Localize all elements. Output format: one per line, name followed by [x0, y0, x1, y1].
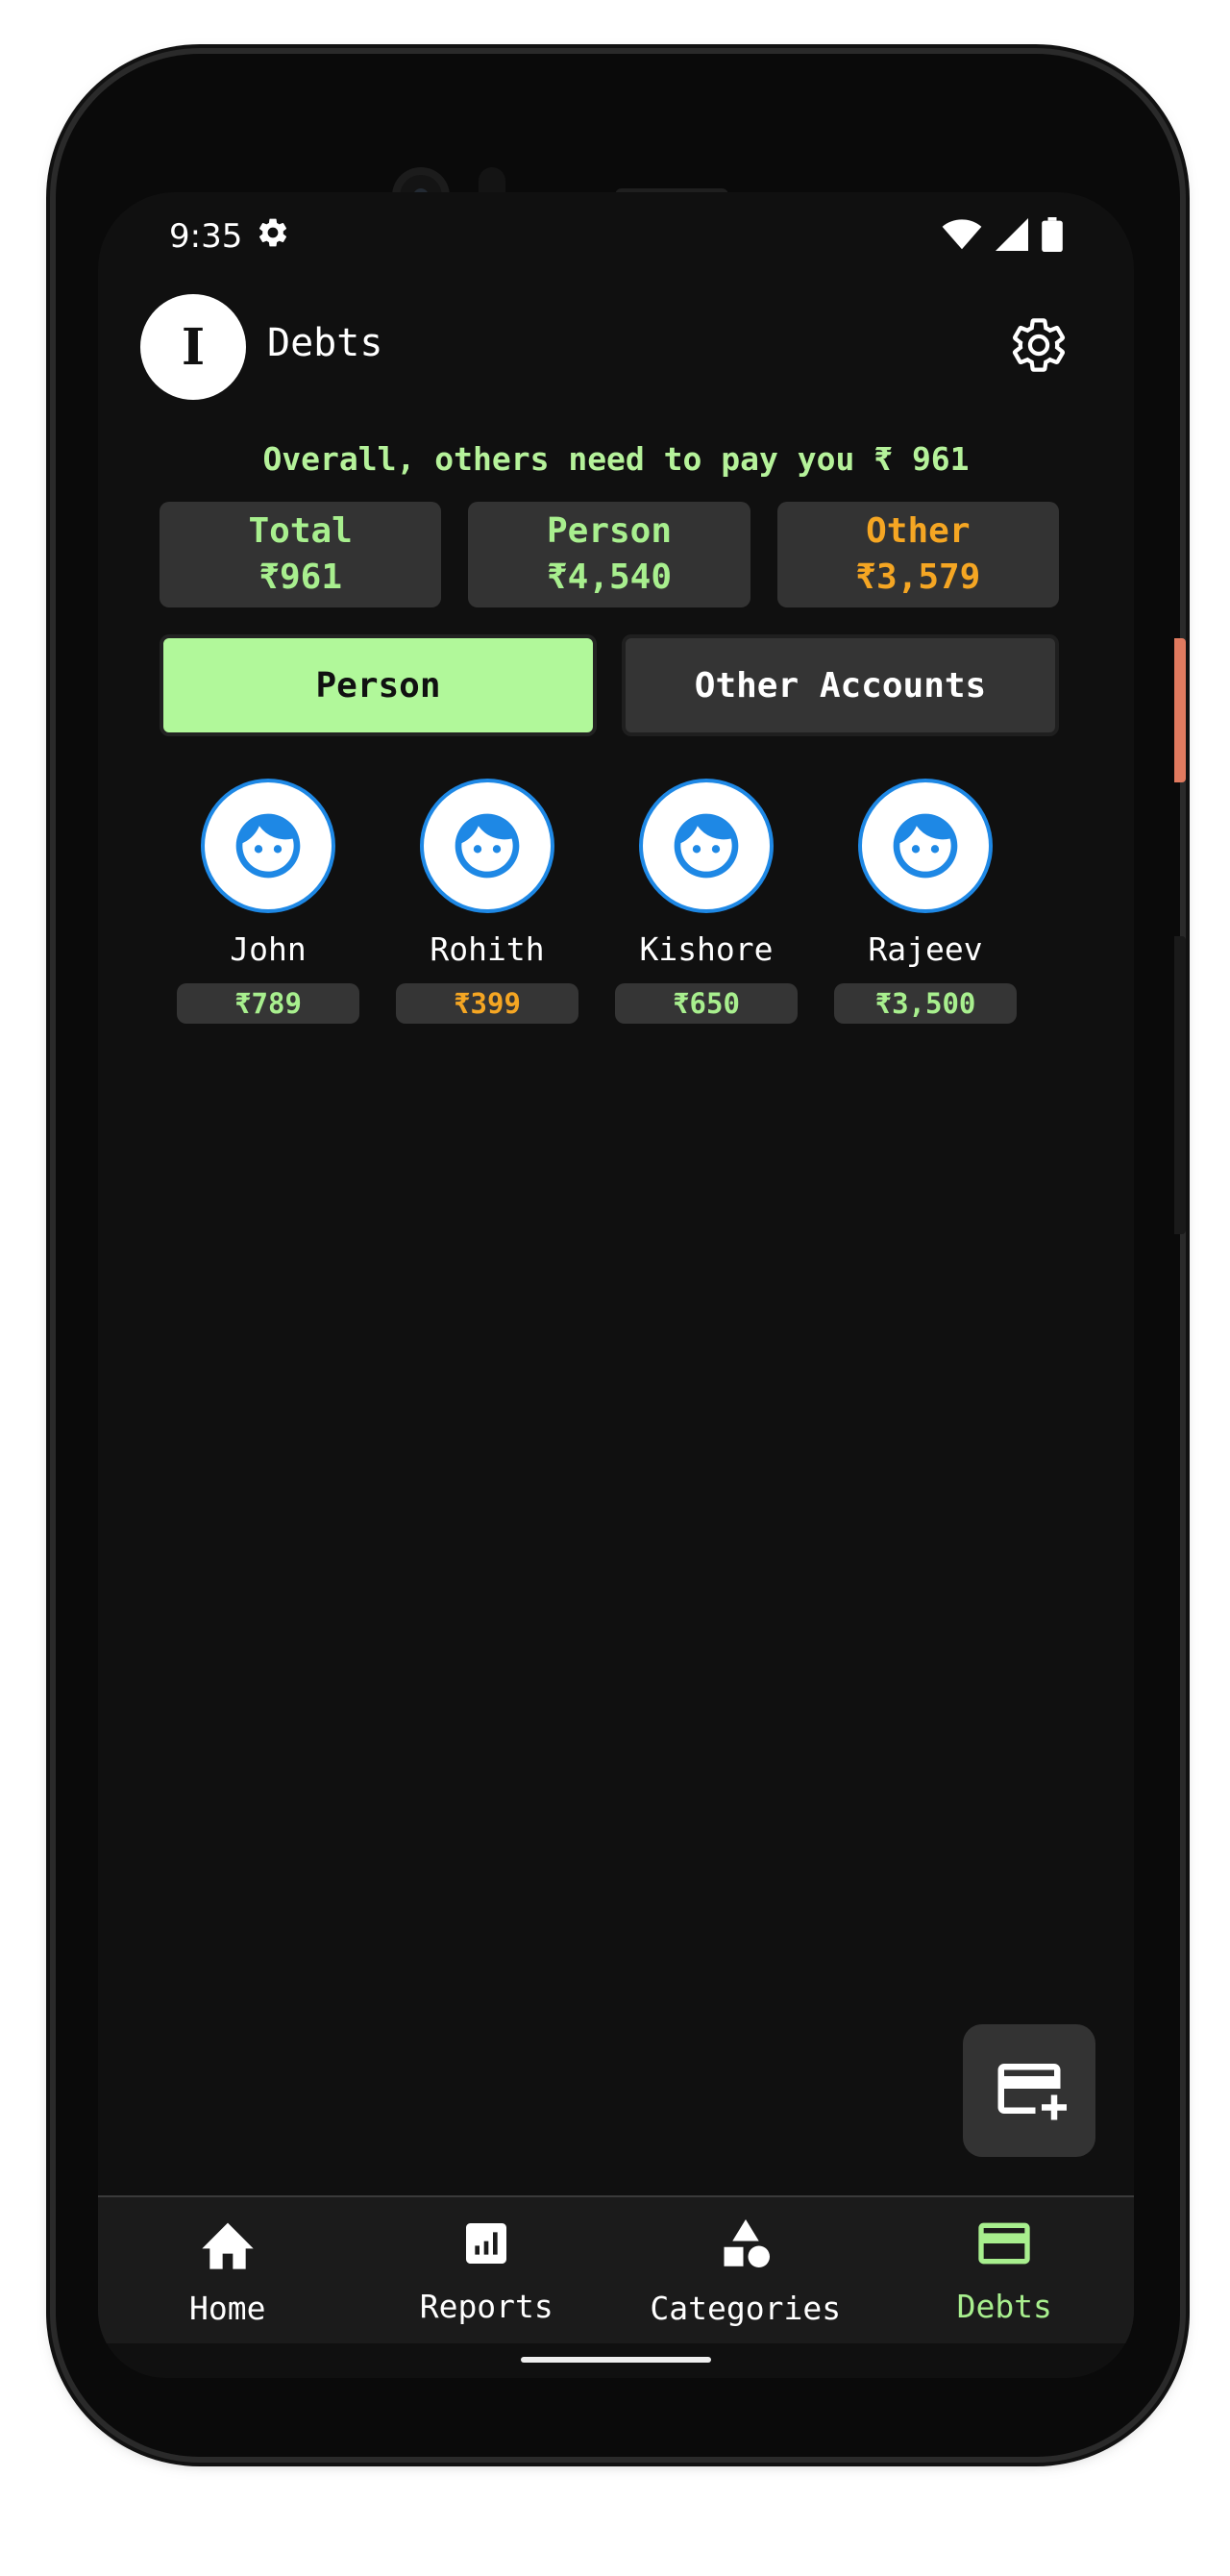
bottom-nav: Home Reports Categories Debts	[98, 2195, 1134, 2343]
home-icon	[197, 2215, 258, 2280]
summary-cards: Total ₹961 Person ₹4,540 Other ₹3,579	[160, 502, 1059, 607]
face-icon	[862, 782, 989, 909]
person-amount: ₹789	[177, 983, 359, 1024]
nav-categories[interactable]: Categories	[616, 2197, 875, 2343]
person-card: Person ₹4,540	[468, 502, 750, 607]
volume-rocker	[1174, 936, 1186, 1234]
face-icon	[643, 782, 770, 909]
home-indicator[interactable]	[521, 2357, 711, 2363]
add-debt-button[interactable]	[963, 2024, 1095, 2157]
settings-button[interactable]	[1005, 313, 1072, 381]
nav-label: Home	[189, 2289, 266, 2327]
card-label: Total	[248, 511, 353, 551]
overall-summary: Overall, others need to pay you ₹ 961	[262, 440, 970, 478]
face-icon	[205, 782, 332, 909]
nav-label: Debts	[956, 2287, 1052, 2325]
card-label: Person	[546, 511, 673, 551]
add-card-icon	[992, 2051, 1067, 2130]
people-list: John ₹789 Rohith ₹399 Kishore ₹650 Rajee…	[177, 779, 1017, 1024]
bar-chart-icon	[459, 2217, 513, 2278]
nav-reports[interactable]: Reports	[357, 2197, 617, 2343]
card-value: ₹961	[258, 557, 343, 597]
gear-icon	[256, 215, 290, 259]
total-card: Total ₹961	[160, 502, 442, 607]
card-label: Other	[866, 511, 971, 551]
face-icon	[424, 782, 551, 909]
battery-icon	[1042, 217, 1063, 256]
status-time: 9:35	[169, 217, 243, 256]
status-bar-left: 9:35	[169, 210, 290, 263]
status-bar-right	[942, 210, 1063, 263]
shapes-icon	[717, 2215, 775, 2280]
person-name: John	[230, 930, 307, 968]
wifi-icon	[942, 218, 982, 255]
other-card: Other ₹3,579	[776, 502, 1059, 607]
person-amount: ₹3,500	[834, 983, 1017, 1024]
other-accounts-tab[interactable]: Other Accounts	[622, 634, 1059, 736]
person-amount: ₹399	[396, 983, 578, 1024]
person-item-kishore[interactable]: Kishore ₹650	[615, 779, 798, 1024]
signal-icon	[996, 218, 1028, 255]
person-item-john[interactable]: John ₹789	[177, 779, 359, 1024]
person-tab[interactable]: Person	[160, 634, 597, 736]
person-name: Rohith	[430, 930, 545, 968]
app-screen: 9:35 I Debts Overall, others need to pay…	[98, 192, 1134, 2378]
nav-label: Categories	[650, 2289, 842, 2327]
power-button	[1174, 638, 1186, 782]
page-title: Debts	[267, 321, 383, 365]
person-name: Rajeev	[868, 930, 983, 968]
credit-card-icon	[973, 2217, 1035, 2278]
card-value: ₹4,540	[546, 557, 673, 597]
person-item-rohith[interactable]: Rohith ₹399	[396, 779, 578, 1024]
person-name: Kishore	[639, 930, 774, 968]
nav-label: Reports	[419, 2287, 554, 2325]
user-avatar[interactable]: I	[140, 294, 246, 400]
gear-icon	[1008, 314, 1070, 380]
view-toggle: Person Other Accounts	[160, 634, 1059, 736]
nav-home[interactable]: Home	[98, 2197, 357, 2343]
person-amount: ₹650	[615, 983, 798, 1024]
nav-debts[interactable]: Debts	[875, 2197, 1135, 2343]
person-item-rajeev[interactable]: Rajeev ₹3,500	[834, 779, 1017, 1024]
card-value: ₹3,579	[855, 557, 981, 597]
